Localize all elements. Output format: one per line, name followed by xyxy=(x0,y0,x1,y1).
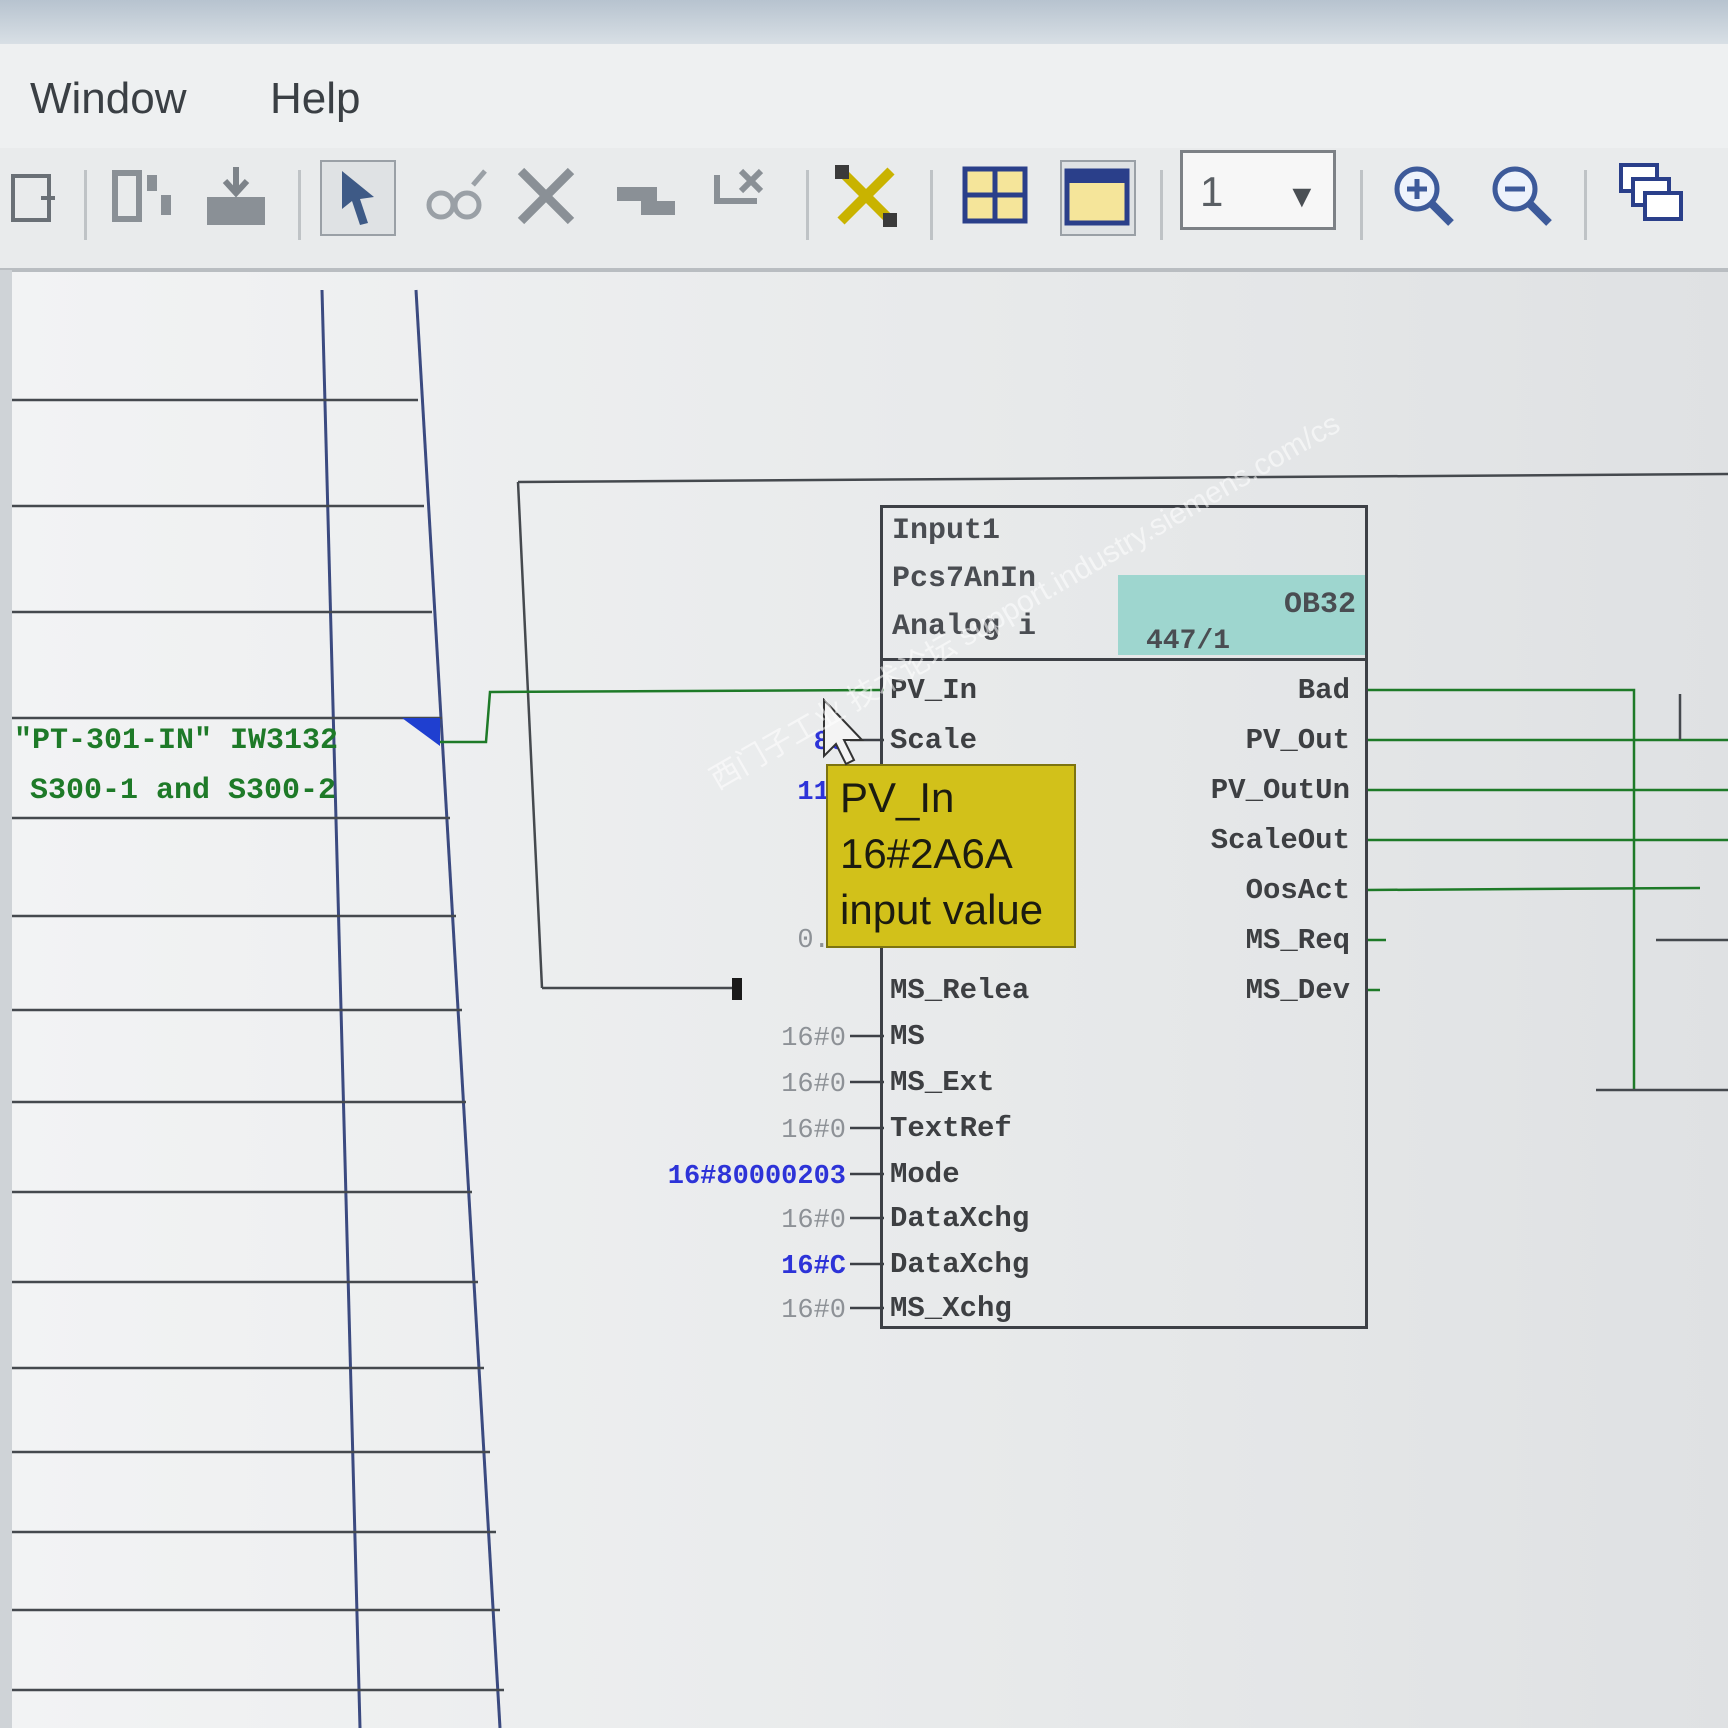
output-pin[interactable]: PV_Out xyxy=(1200,724,1350,757)
input-value[interactable]: 16#0 xyxy=(640,1116,846,1146)
signal-symbol-name[interactable]: "PT-301-IN" IW3132 xyxy=(14,724,338,758)
input-value[interactable]: 16#0 xyxy=(640,1070,846,1100)
input-pin[interactable]: Mode xyxy=(890,1158,960,1191)
input-value[interactable]: 16#0 xyxy=(640,1206,846,1236)
input-pin[interactable]: DataXchg xyxy=(890,1202,1029,1235)
output-pin[interactable]: MS_Req xyxy=(1200,924,1350,957)
signal-symbol-comment: S300-1 and S300-2 xyxy=(30,774,337,808)
pin-value-tooltip: PV_In 16#2A6A input value xyxy=(826,764,1076,948)
input-value[interactable]: 16#C xyxy=(640,1252,846,1282)
tooltip-pin-comment: input value xyxy=(840,886,1044,933)
block-name: Input1 xyxy=(892,514,1001,548)
input-pin[interactable]: TextRef xyxy=(890,1112,1012,1145)
output-pin[interactable]: OosAct xyxy=(1200,874,1350,907)
runtime-sequence: 447/1 xyxy=(1146,626,1231,657)
input-value[interactable]: 0 xyxy=(700,878,846,908)
output-pin[interactable]: MS_Dev xyxy=(1200,974,1350,1007)
input-pin[interactable]: DataXchg xyxy=(890,1248,1029,1281)
input-pin[interactable]: MS_Relea xyxy=(890,974,1029,1007)
input-pin[interactable]: Scale xyxy=(890,724,977,757)
input-value[interactable]: 16#0 xyxy=(640,1024,846,1054)
runtime-ob: OB32 xyxy=(1284,588,1357,622)
input-value[interactable]: 16#0 xyxy=(640,1296,846,1326)
input-value[interactable]: 0.0 xyxy=(700,926,846,956)
output-pin[interactable]: PV_OutUn xyxy=(1180,774,1350,807)
input-pin[interactable]: MS xyxy=(890,1020,925,1053)
input-value[interactable]: 16#80000203 xyxy=(600,1162,846,1192)
output-pin[interactable]: Bad xyxy=(1200,674,1350,707)
tooltip-pin-name: PV_In xyxy=(840,774,955,821)
output-pin[interactable]: ScaleOut xyxy=(1180,824,1350,857)
input-pin[interactable]: MS_Ext xyxy=(890,1066,994,1099)
tooltip-pin-value: 16#2A6A xyxy=(840,830,1013,877)
input-pin[interactable]: MS_Xchg xyxy=(890,1292,1012,1325)
